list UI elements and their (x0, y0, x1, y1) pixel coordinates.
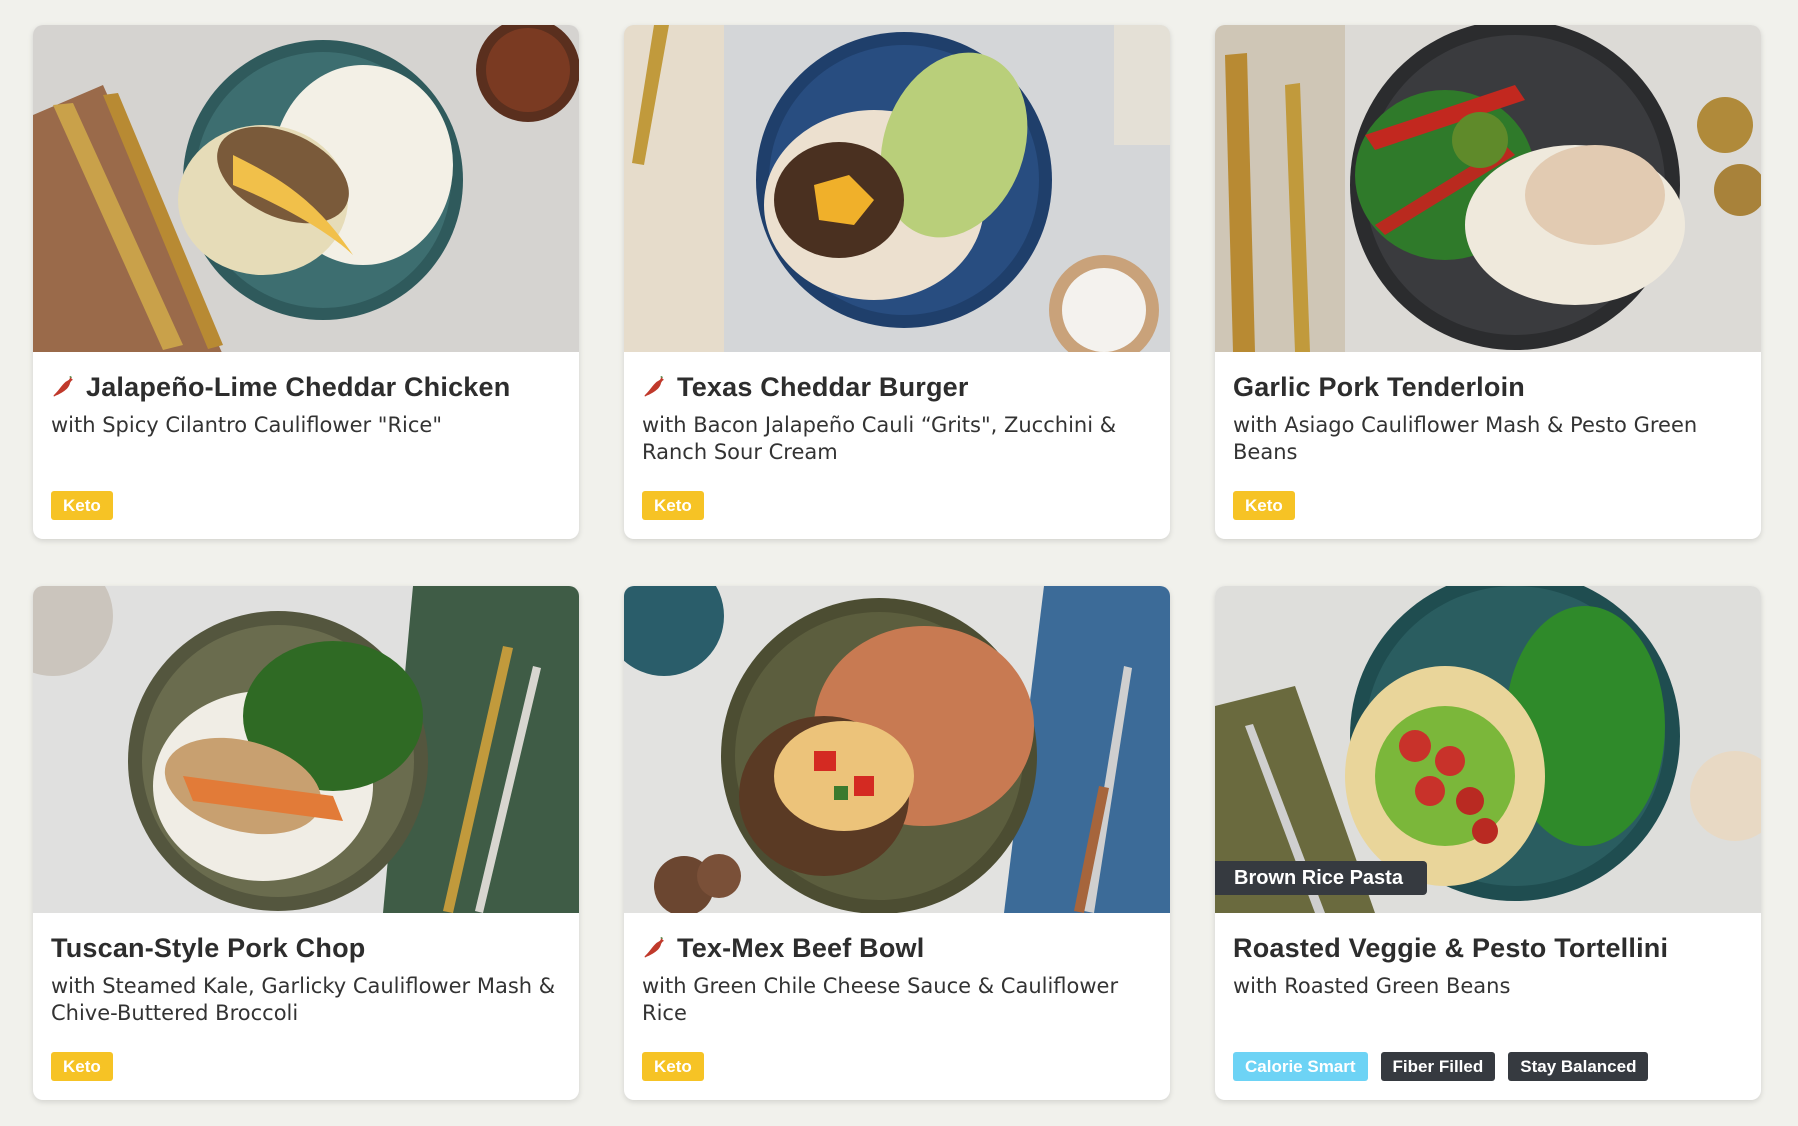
food-photo-illustration (1215, 25, 1761, 352)
recipe-subtitle: with Spicy Cilantro Cauliflower "Rice" (51, 413, 443, 437)
recipe-photo: Brown Rice Pasta (1215, 586, 1761, 913)
recipe-photo (33, 25, 579, 352)
tag-keto: Keto (642, 491, 704, 520)
tag-list: Calorie Smart Fiber Filled Stay Balanced (1233, 1052, 1649, 1081)
recipe-subtitle: with Roasted Green Beans (1233, 974, 1511, 998)
tag-stay-balanced: Stay Balanced (1508, 1052, 1649, 1081)
recipe-subtitle: with Steamed Kale, Garlicky Cauliflower … (51, 974, 556, 1025)
recipe-title[interactable]: Texas Cheddar Burger (677, 372, 969, 403)
tag-keto: Keto (642, 1052, 704, 1081)
food-photo-illustration (33, 25, 579, 352)
recipe-card-body: Garlic Pork Tenderloin with Asiago Cauli… (1215, 352, 1761, 539)
food-photo-illustration (624, 586, 1170, 913)
recipe-card-tuscan-style-pork-chop[interactable]: Tuscan-Style Pork Chop with Steamed Kale… (33, 586, 579, 1100)
recipe-card-jalapeno-lime-cheddar-chicken[interactable]: Jalapeño-Lime Cheddar Chicken with Spicy… (33, 25, 579, 539)
food-photo-illustration (624, 25, 1170, 352)
recipe-card-roasted-veggie-pesto-tortellini[interactable]: Brown Rice Pasta Roasted Veggie & Pesto … (1215, 586, 1761, 1100)
recipe-title[interactable]: Garlic Pork Tenderloin (1233, 372, 1525, 403)
recipe-subtitle: with Bacon Jalapeño Cauli “Grits", Zucch… (642, 413, 1117, 464)
recipe-photo (624, 25, 1170, 352)
recipe-card-body: Tuscan-Style Pork Chop with Steamed Kale… (33, 913, 579, 1100)
tag-fiber-filled: Fiber Filled (1380, 1052, 1496, 1081)
tag-keto: Keto (51, 491, 113, 520)
recipe-card-garlic-pork-tenderloin[interactable]: Garlic Pork Tenderloin with Asiago Cauli… (1215, 25, 1761, 539)
recipe-card-body: Tex-Mex Beef Bowl with Green Chile Chees… (624, 913, 1170, 1100)
recipe-title[interactable]: Roasted Veggie & Pesto Tortellini (1233, 933, 1668, 964)
recipe-photo (624, 586, 1170, 913)
tag-keto: Keto (51, 1052, 113, 1081)
tag-list: Keto (51, 491, 113, 520)
chili-pepper-icon (644, 376, 664, 397)
tag-list: Keto (1233, 491, 1295, 520)
recipe-card-tex-mex-beef-bowl[interactable]: Tex-Mex Beef Bowl with Green Chile Chees… (624, 586, 1170, 1100)
tag-list: Keto (51, 1052, 113, 1081)
tag-list: Keto (642, 491, 704, 520)
recipe-photo (1215, 25, 1761, 352)
recipe-title[interactable]: Jalapeño-Lime Cheddar Chicken (86, 372, 510, 403)
recipe-subtitle: with Green Chile Cheese Sauce & Cauliflo… (642, 974, 1119, 1025)
tag-calorie-smart: Calorie Smart (1233, 1052, 1368, 1081)
tag-list: Keto (642, 1052, 704, 1081)
tag-keto: Keto (1233, 491, 1295, 520)
recipe-title[interactable]: Tex-Mex Beef Bowl (677, 933, 924, 964)
photo-badge: Brown Rice Pasta (1215, 861, 1427, 895)
recipe-card-body: Texas Cheddar Burger with Bacon Jalapeño… (624, 352, 1170, 539)
recipe-card-texas-cheddar-burger[interactable]: Texas Cheddar Burger with Bacon Jalapeño… (624, 25, 1170, 539)
recipe-title[interactable]: Tuscan-Style Pork Chop (51, 933, 365, 964)
chili-pepper-icon (53, 376, 73, 397)
recipe-photo (33, 586, 579, 913)
recipe-card-body: Jalapeño-Lime Cheddar Chicken with Spicy… (33, 352, 579, 539)
chili-pepper-icon (644, 937, 664, 958)
recipe-subtitle: with Asiago Cauliflower Mash & Pesto Gre… (1233, 413, 1698, 464)
food-photo-illustration (33, 586, 579, 913)
recipe-grid: Jalapeño-Lime Cheddar Chicken with Spicy… (33, 25, 1761, 1100)
recipe-card-body: Roasted Veggie & Pesto Tortellini with R… (1215, 913, 1761, 1100)
